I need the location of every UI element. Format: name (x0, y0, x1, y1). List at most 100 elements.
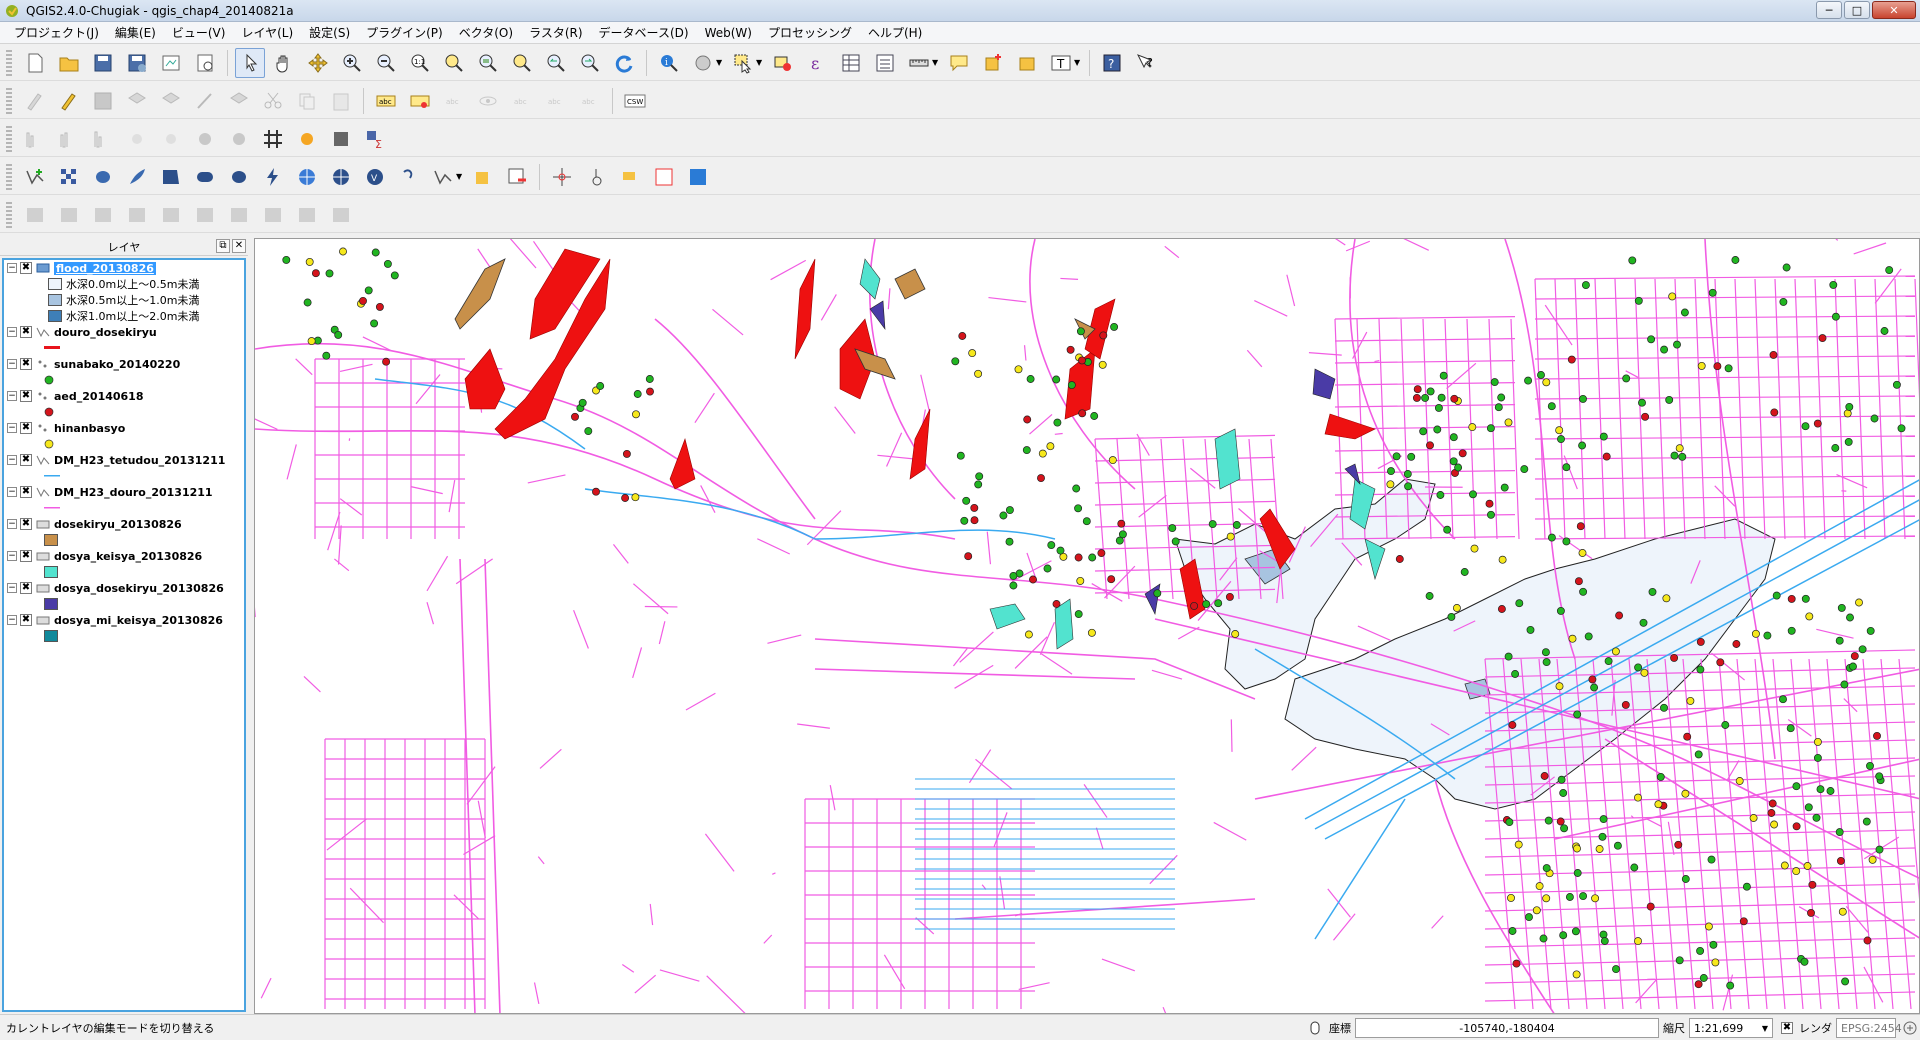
adv-tool-3-button[interactable] (88, 200, 118, 230)
adv-tool-2-button[interactable] (54, 200, 84, 230)
toolbar-grip[interactable] (6, 87, 12, 114)
menu-project[interactable]: プロジェクト(J) (6, 23, 107, 43)
chevron-down-icon[interactable]: ▼ (1762, 1024, 1768, 1033)
add-feature-button[interactable] (122, 86, 152, 116)
close-window-button[interactable]: ✕ (1872, 1, 1916, 19)
adv-tool-6-button[interactable] (190, 200, 220, 230)
adv-tool-7-button[interactable] (224, 200, 254, 230)
zoom-last-button[interactable] (541, 48, 571, 78)
save-project-button[interactable] (88, 48, 118, 78)
zoom-full-button[interactable] (439, 48, 469, 78)
add-postgis-layer-button[interactable] (88, 162, 118, 192)
add-spatialite-layer-button[interactable] (122, 162, 152, 192)
layer-name[interactable]: douro_dosekiryu (54, 326, 157, 339)
adv-tool-4-button[interactable] (122, 200, 152, 230)
collapse-toggle[interactable]: − (7, 359, 17, 369)
zoom-next-button[interactable] (575, 48, 605, 78)
add-delimited-text-button[interactable]: V (360, 162, 390, 192)
menu-raster[interactable]: ラスタ(R) (521, 23, 590, 43)
layer-visibility-checkbox[interactable]: ✖ (20, 422, 32, 434)
layer-name[interactable]: DM_H23_douro_20131211 (54, 486, 213, 499)
cut-features-button[interactable] (258, 86, 288, 116)
map-render[interactable] (255, 239, 1920, 1014)
layer-visibility-checkbox[interactable]: ✖ (20, 486, 32, 498)
layer-name[interactable]: DM_H23_tetudou_20131211 (54, 454, 225, 467)
collapse-toggle[interactable]: − (7, 327, 17, 337)
layer-visibility-checkbox[interactable]: ✖ (20, 326, 32, 338)
menu-database[interactable]: データベース(D) (591, 23, 697, 43)
measure-dropdown-icon[interactable]: ▼ (932, 58, 940, 67)
full-stretch-button[interactable] (88, 124, 118, 154)
coordinate-field[interactable]: -105740,-180404 (1355, 1018, 1659, 1038)
layer-item-hinanbasyo[interactable]: − ✖ hinanbasyo (4, 420, 244, 452)
deselect-button[interactable] (768, 48, 798, 78)
layer-visibility-checkbox[interactable]: ✖ (20, 390, 32, 402)
add-wcs-layer-button[interactable] (292, 162, 322, 192)
move-label-button[interactable]: abc (507, 86, 537, 116)
move-feature-button[interactable] (156, 86, 186, 116)
change-label-button[interactable]: abc (575, 86, 605, 116)
collapse-toggle[interactable]: − (7, 615, 17, 625)
add-wms-layer-button[interactable] (258, 162, 288, 192)
layer-item-dosya-dosekiryu[interactable]: − ✖ dosya_dosekiryu_20130826 (4, 580, 244, 612)
layer-item-aed[interactable]: − ✖ aed_20140618 (4, 388, 244, 420)
toolbar-grip[interactable] (6, 49, 12, 76)
tile-scale-button[interactable] (292, 124, 322, 154)
help-button[interactable]: ? (1097, 48, 1127, 78)
add-wfs-layer-button[interactable] (326, 162, 356, 192)
layer-item-tetudou[interactable]: − ✖ DM_H23_tetudou_20131211 (4, 452, 244, 484)
coord-toggle-button[interactable] (1305, 1018, 1325, 1038)
identify-button[interactable]: i (654, 48, 684, 78)
annotation-dropdown-icon[interactable]: ▼ (1074, 58, 1082, 67)
remove-layer-button[interactable] (502, 162, 532, 192)
rotate-label-button[interactable]: abc (541, 86, 571, 116)
zoom-out-button[interactable] (371, 48, 401, 78)
maximize-button[interactable]: □ (1844, 1, 1870, 19)
log-messages-button[interactable] (1900, 1018, 1920, 1038)
adv-tool-9-button[interactable] (292, 200, 322, 230)
layer-tree[interactable]: − ✖ flood_20130826 水深0.0m以上～0.5m未満 水深0.5… (2, 258, 246, 1012)
layer-item-flood[interactable]: − ✖ flood_20130826 水深0.0m以上～0.5m未満 水深0.5… (4, 260, 244, 324)
show-bookmarks-button[interactable] (1012, 48, 1042, 78)
layer-item-douro[interactable]: − ✖ DM_H23_douro_20131211 (4, 484, 244, 516)
layer-name[interactable]: dosya_mi_keisya_20130826 (54, 614, 223, 627)
zoom-to-layer-button[interactable] (473, 48, 503, 78)
collapse-toggle[interactable]: − (7, 487, 17, 497)
adv-tool-5-button[interactable] (156, 200, 186, 230)
road-graph-button[interactable] (615, 162, 645, 192)
increase-brightness-button[interactable] (122, 124, 152, 154)
collapse-toggle[interactable]: − (7, 391, 17, 401)
new-project-button[interactable] (20, 48, 50, 78)
layer-visibility-checkbox[interactable]: ✖ (20, 518, 32, 530)
node-tool-button[interactable] (190, 86, 220, 116)
decrease-brightness-button[interactable] (156, 124, 186, 154)
collapse-toggle[interactable]: − (7, 583, 17, 593)
menu-plugins[interactable]: プラグイン(P) (358, 23, 451, 43)
spatial-query-button[interactable] (649, 162, 679, 192)
new-layer-dropdown-icon[interactable]: ▼ (456, 172, 464, 181)
collapse-toggle[interactable]: − (7, 423, 17, 433)
pan-button[interactable] (269, 48, 299, 78)
panel-close-button[interactable]: ✕ (232, 239, 246, 253)
measure-button[interactable] (904, 48, 934, 78)
composer-manager-button[interactable] (190, 48, 220, 78)
collapse-toggle[interactable]: − (7, 551, 17, 561)
scale-combobox[interactable]: 1:21,699 ▼ (1689, 1018, 1773, 1038)
adv-tool-10-button[interactable] (326, 200, 356, 230)
menu-view[interactable]: ビュー(V) (164, 23, 234, 43)
paste-features-button[interactable] (326, 86, 356, 116)
show-hide-labels-button[interactable] (473, 86, 503, 116)
layer-name[interactable]: aed_20140618 (54, 390, 144, 403)
statistics-button[interactable]: Σ (360, 124, 390, 154)
map-tips-button[interactable] (944, 48, 974, 78)
layer-visibility-checkbox[interactable]: ✖ (20, 358, 32, 370)
menu-edit[interactable]: 編集(E) (107, 23, 164, 43)
raster-calc-button[interactable] (326, 124, 356, 154)
label-button[interactable]: abc (371, 86, 401, 116)
heatmap-button[interactable] (683, 162, 713, 192)
zoom-to-selection-button[interactable] (507, 48, 537, 78)
decrease-contrast-button[interactable] (224, 124, 254, 154)
menu-web[interactable]: Web(W) (697, 23, 760, 43)
local-stretch-button[interactable] (54, 124, 84, 154)
menu-help[interactable]: ヘルプ(H) (860, 23, 930, 43)
